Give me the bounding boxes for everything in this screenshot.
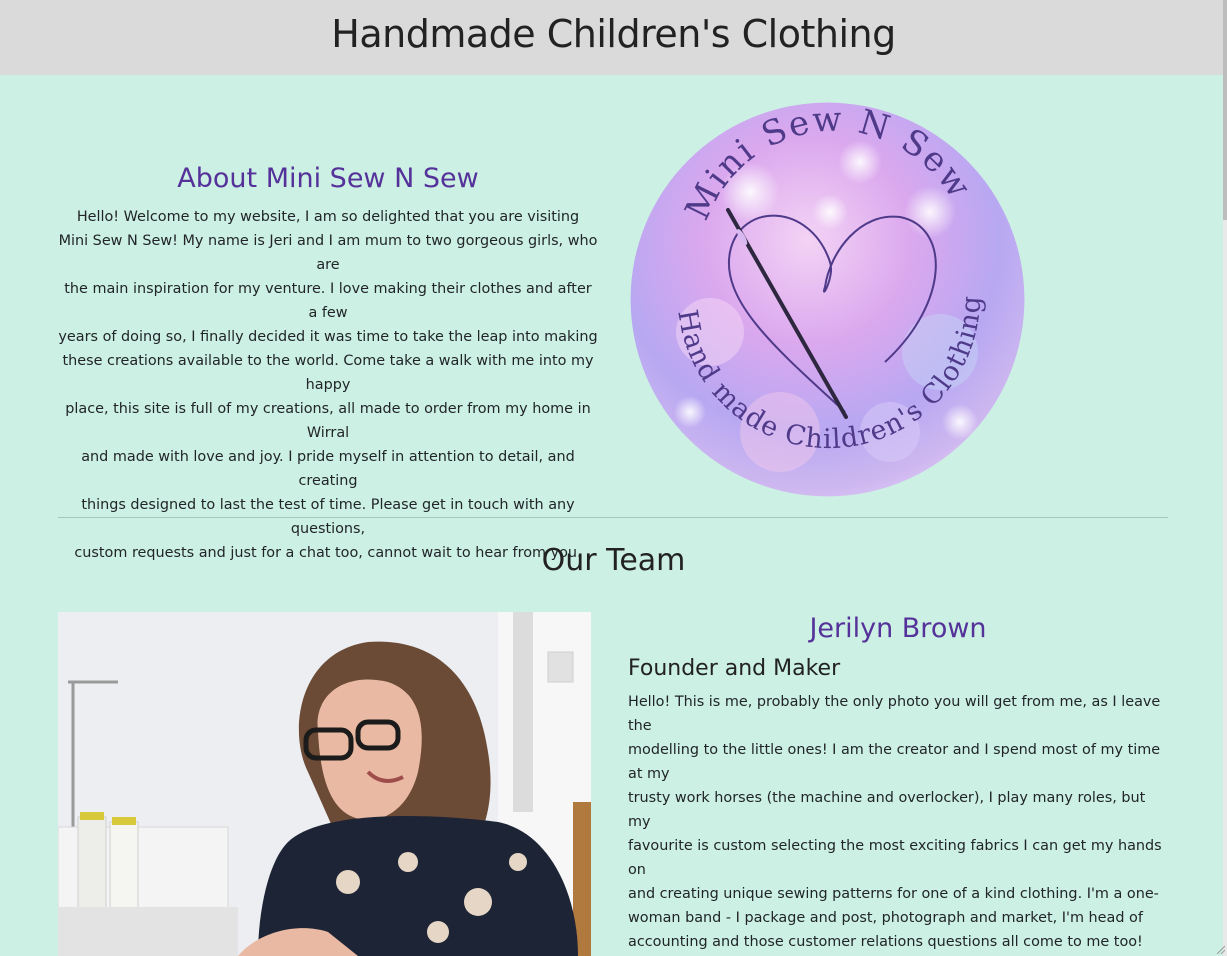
member-name: Jerilyn Brown <box>809 613 987 644</box>
bio-line: trusty work horses (the machine and over… <box>628 790 1146 830</box>
about-line: Hello! Welcome to my website, I am so de… <box>76 209 580 225</box>
bio-line: modelling to the little ones! I am the c… <box>628 742 1161 782</box>
logo-graphic: Mini Sew N Sew Hand made Children's Clot… <box>630 99 1025 497</box>
bio-line: accounting and those customer relations … <box>628 934 1143 950</box>
about-line: the main inspiration for my venture. I l… <box>64 281 592 321</box>
about-line: Mini Sew N Sew! My name is Jeri and I am… <box>58 233 598 273</box>
resize-grip-icon[interactable] <box>1215 944 1225 954</box>
about-line: years of doing so, I finally decided it … <box>58 329 598 345</box>
about-text: Hello! Welcome to my website, I am so de… <box>58 205 598 565</box>
member-role: Founder and Maker <box>628 656 841 681</box>
bio-line: favourite is custom selecting the most e… <box>628 838 1162 878</box>
bio-line: and creating unique sewing patterns for … <box>628 886 1159 902</box>
team-heading: Our Team <box>541 543 686 578</box>
site-header: Handmade Children's Clothing <box>0 0 1227 75</box>
about-heading: About Mini Sew N Sew <box>177 163 479 194</box>
about-line: these creations available to the world. … <box>62 353 594 393</box>
founder-photo <box>58 612 591 956</box>
vertical-scrollbar[interactable] <box>1223 0 1227 956</box>
about-line: place, this site is full of my creations… <box>65 401 591 441</box>
bio-line: woman band - I package and post, photogr… <box>628 910 1143 926</box>
scrollbar-thumb[interactable] <box>1223 0 1227 220</box>
about-line: and made with love and joy. I pride myse… <box>81 449 575 489</box>
site-title: Handmade Children's Clothing <box>331 12 896 56</box>
bio-line: Hello! This is me, probably the only pho… <box>628 694 1161 734</box>
section-divider <box>58 517 1168 518</box>
brand-logo: Mini Sew N Sew Hand made Children's Clot… <box>630 99 1025 497</box>
member-bio: Hello! This is me, probably the only pho… <box>628 690 1168 954</box>
